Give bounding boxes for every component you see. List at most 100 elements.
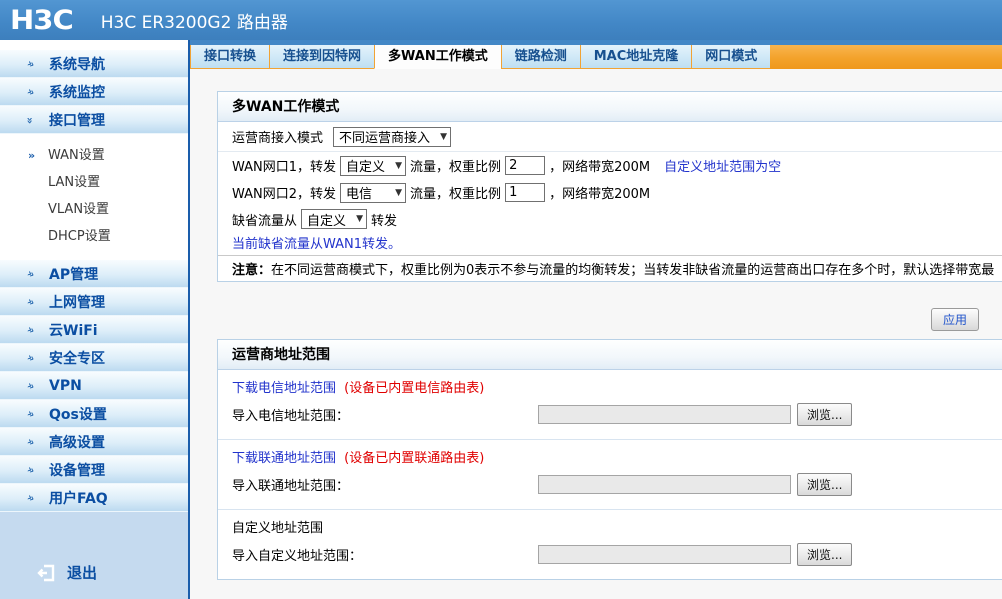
tab-connect-internet[interactable]: 连接到因特网 [269,45,375,69]
apply-button[interactable]: 应用 [930,308,979,331]
unicom-builtin-note: (设备已内置联通路由表) [344,451,485,466]
chevron-down-icon: » [23,116,37,123]
sidebar-item-label: AP管理 [49,266,99,283]
wan1-custom-range-link[interactable]: 自定义地址范围为空 [664,156,781,175]
sidebar: » 系统导航 » 系统监控 » 接口管理 » WAN设置 LAN设置 VLAN设… [0,40,188,599]
chevron-down-icon: ▼ [440,131,448,142]
apply-row: 应用 [217,308,979,331]
sidebar-item-system-nav[interactable]: » 系统导航 [0,50,188,78]
chevron-down-icon: ▼ [395,187,403,198]
notice-row: 注意： 在不同运营商模式下，权重比例为0表示不参与流量的均衡转发；当转发非缺省流… [218,255,1002,281]
app-header: H3C H3C ER3200G2 路由器 [0,0,1002,40]
custom-import-label: 导入自定义地址范围： [232,548,363,564]
notice-label: 注意： [232,263,272,278]
tab-mac-clone[interactable]: MAC地址克隆 [579,45,692,69]
sidebar-item-label: 云WiFi [49,322,98,339]
h3c-logo: H3C [10,4,74,36]
wan2-weight-input[interactable] [505,183,546,202]
sidebar-item-qos[interactable]: » Qos设置 [0,400,188,428]
sidebar-item-label: 高级设置 [49,434,105,451]
unicom-group: 下载联通地址范围 (设备已内置联通路由表) 导入联通地址范围： 浏览... [218,440,1002,510]
tab-multi-wan-mode[interactable]: 多WAN工作模式 [374,45,501,69]
sidebar-item-label: 上网管理 [49,294,105,311]
telecom-file-input[interactable] [538,404,791,424]
wan1-mid: 流量，权重比例 [410,160,502,175]
sidebar-item-security[interactable]: » 安全专区 [0,344,188,372]
sidebar-item-interface-mgmt[interactable]: » 接口管理 [0,106,188,134]
unicom-import-row: 导入联通地址范围： 浏览... [218,470,1002,498]
custom-range-heading: 自定义地址范围 [232,521,324,536]
default-route-row: 缺省流量从 自定义 ▼ 转发 [218,206,1002,232]
chevron-right-icon: » [24,350,36,365]
wan2-isp-select[interactable]: 电信 ▼ [340,182,407,203]
current-status-row: 当前缺省流量从WAN1转发。 [218,232,1002,252]
wan1-row: WAN网口1，转发 自定义 ▼ 流量，权重比例 ，网络带宽200M 自定义地址范… [218,152,1002,179]
telecom-link-row: 下载电信地址范围 (设备已内置电信路由表) [218,377,1002,400]
main-layout: » 系统导航 » 系统监控 » 接口管理 » WAN设置 LAN设置 VLAN设… [0,40,1002,599]
custom-group: 自定义地址范围 导入自定义地址范围： 浏览... [218,510,1002,579]
download-unicom-link[interactable]: 下载联通地址范围 [232,451,336,466]
sidebar-item-label: 设备管理 [49,462,105,479]
sidebar-item-ap-mgmt[interactable]: » AP管理 [0,260,188,288]
wan2-row: WAN网口2，转发 电信 ▼ 流量，权重比例 ，网络带宽200M [218,179,1002,206]
unicom-link-row: 下载联通地址范围 (设备已内置联通路由表) [218,447,1002,470]
sidebar-item-label: 用户FAQ [49,490,108,507]
default-route-suffix: 转发 [371,213,398,229]
telecom-import-label: 导入电信地址范围： [232,408,350,424]
isp-mode-value: 不同运营商接入 [339,131,431,146]
telecom-browse-button[interactable]: 浏览... [797,402,853,426]
multiwan-panel-title: 多WAN工作模式 [218,92,1002,122]
tab-interface-switch[interactable]: 接口转换 [190,45,270,69]
wan1-prefix: WAN网口1，转发 [232,160,337,175]
wan2-suffix: ，网络带宽200M [549,187,651,202]
custom-file-input[interactable] [538,544,791,564]
telecom-builtin-note: (设备已内置电信路由表) [344,381,485,396]
chevron-right-icon: » [24,56,36,71]
chevron-right-icon: » [24,294,36,309]
chevron-right-icon: » [24,434,36,449]
tab-link-detect[interactable]: 链路检测 [500,45,580,69]
tab-bar-filler [770,45,1002,69]
sidebar-item-label: Qos设置 [49,406,107,423]
wan1-weight-input[interactable] [505,156,546,175]
submenu-item-label: VLAN设置 [48,202,110,217]
chevron-right-icon: » [24,406,36,421]
custom-range-row: 自定义地址范围 [218,517,1002,540]
submenu-item-label: WAN设置 [48,148,105,163]
submenu-item-wan[interactable]: » WAN设置 [0,142,188,169]
custom-import-row: 导入自定义地址范围： 浏览... [218,540,1002,568]
chevron-right-icon: » [24,378,36,393]
sidebar-item-device-mgmt[interactable]: » 设备管理 [0,456,188,484]
sidebar-item-vpn[interactable]: » VPN [0,372,188,400]
sidebar-item-cloud-wifi[interactable]: » 云WiFi [0,316,188,344]
submenu-item-lan[interactable]: LAN设置 [0,169,188,196]
sidebar-item-system-monitor[interactable]: » 系统监控 [0,78,188,106]
tab-bar: 接口转换 连接到因特网 多WAN工作模式 链路检测 MAC地址克隆 网口模式 [190,40,1002,69]
download-telecom-link[interactable]: 下载电信地址范围 [232,381,336,396]
unicom-browse-button[interactable]: 浏览... [797,472,853,496]
unicom-file-input[interactable] [538,474,791,494]
chevron-right-icon: » [24,490,36,505]
submenu-item-label: LAN设置 [48,175,101,190]
submenu-item-dhcp[interactable]: DHCP设置 [0,223,188,250]
isp-mode-label: 运营商接入模式 [232,131,324,146]
default-route-select[interactable]: 自定义 ▼ [301,209,368,229]
wan1-isp-select[interactable]: 自定义 ▼ [340,155,407,176]
logout-button[interactable]: 退出 [0,562,188,599]
sidebar-item-internet-mgmt[interactable]: » 上网管理 [0,288,188,316]
default-route-prefix: 缺省流量从 [232,213,298,229]
custom-browse-button[interactable]: 浏览... [797,542,853,566]
sidebar-item-advanced[interactable]: » 高级设置 [0,428,188,456]
isp-range-panel: 运营商地址范围 下载电信地址范围 (设备已内置电信路由表) 导入电信地址范围： … [217,339,1002,580]
sidebar-item-label: 系统导航 [49,56,105,73]
sidebar-item-user-faq[interactable]: » 用户FAQ [0,484,188,512]
isp-range-panel-title: 运营商地址范围 [218,340,1002,370]
tab-port-mode[interactable]: 网口模式 [691,45,771,69]
logout-icon [37,564,55,581]
isp-mode-select[interactable]: 不同运营商接入 ▼ [333,126,452,147]
default-route-value: 自定义 [307,213,347,229]
wan1-isp-value: 自定义 [346,160,386,175]
submenu-item-vlan[interactable]: VLAN设置 [0,196,188,223]
active-arrow-icon: » [28,149,35,162]
logout-label: 退出 [67,564,98,582]
